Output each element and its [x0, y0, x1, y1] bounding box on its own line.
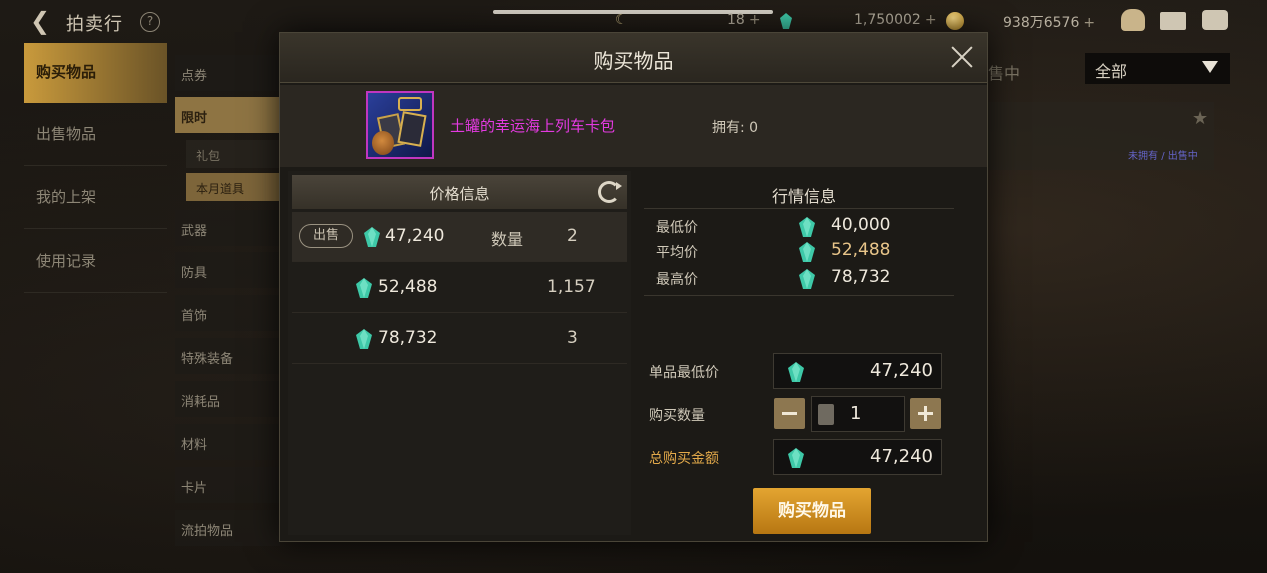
nav-buy[interactable]: 购买物品	[24, 43, 167, 103]
bag-icon[interactable]	[1121, 9, 1145, 31]
market-min-label: 最低价	[656, 220, 698, 236]
behind-status-label: 售中	[988, 64, 1021, 83]
category-weapon[interactable]: 武器	[175, 210, 280, 246]
gem-icon	[799, 242, 815, 262]
market-avg-label: 平均价	[656, 245, 698, 261]
modal-header: 购买物品	[280, 33, 987, 83]
page-title: 拍卖行	[66, 14, 123, 35]
gem-icon	[364, 227, 380, 247]
price-info-panel: 价格信息 出售 47,240 数量 2 52,488 1,157 78,732 …	[288, 171, 631, 535]
nav-divider	[24, 292, 167, 293]
currency-3[interactable]: 938万6576 +	[1003, 12, 1095, 32]
chat-icon[interactable]	[1202, 10, 1228, 30]
gem-icon	[799, 217, 815, 237]
currency-1[interactable]: 18 +	[727, 12, 761, 28]
filter-dropdown[interactable]: 全部	[1085, 53, 1230, 84]
nav-my-listings[interactable]: 我的上架	[24, 168, 167, 228]
mail-icon[interactable]	[1160, 12, 1186, 30]
category-accessory[interactable]: 首饰	[175, 295, 280, 331]
quantity-value: 1	[850, 403, 862, 424]
item-card-pack-icon	[366, 91, 434, 159]
category-armor[interactable]: 防具	[175, 252, 280, 288]
quantity-input[interactable]: 1	[811, 396, 905, 432]
coin-icon	[946, 12, 964, 30]
owned-count: 拥有: 0	[712, 120, 759, 136]
category-limited[interactable]: 限时	[175, 97, 280, 133]
category-card[interactable]: 卡片	[175, 467, 280, 503]
nav-history[interactable]: 使用记录	[24, 232, 167, 292]
price-info-header: 价格信息	[292, 175, 627, 209]
gem-icon	[788, 362, 804, 382]
nav-divider	[24, 228, 167, 229]
gem-icon	[788, 448, 804, 468]
item-name: 土罐的幸运海上列车卡包	[450, 117, 616, 135]
listing-row[interactable]: 出售 47,240 数量 2	[292, 212, 627, 262]
category-unsold[interactable]: 流拍物品	[175, 510, 280, 546]
gem-icon	[780, 13, 792, 29]
unit-price-label: 单品最低价	[649, 365, 719, 381]
nav-sell[interactable]: 出售物品	[24, 105, 167, 165]
listing-row[interactable]: 52,488 1,157	[292, 263, 627, 313]
price-info-title: 价格信息	[429, 185, 490, 203]
sell-tag: 出售	[299, 224, 353, 248]
buy-item-modal: 购买物品 土罐的幸运海上列车卡包 拥有: 0 价格信息 出售 47,240 数量…	[279, 32, 988, 542]
listing-price: 78,732	[378, 328, 438, 348]
item-summary: 土罐的幸运海上列车卡包 拥有: 0	[280, 85, 987, 167]
listing-price: 52,488	[378, 277, 438, 297]
filter-value: 全部	[1095, 62, 1128, 81]
behind-filter-link: 未拥有 / 出售中	[1128, 151, 1198, 162]
currency-2[interactable]: 1,750002 +	[854, 12, 937, 28]
subcategory-giftpack[interactable]: 礼包	[186, 140, 280, 168]
quantity-label: 数量	[491, 230, 524, 249]
category-material[interactable]: 材料	[175, 424, 280, 460]
listing-row[interactable]: 78,732 3	[292, 314, 627, 364]
total-amount-field: 47,240	[773, 439, 942, 475]
category-coupons[interactable]: 点券	[175, 55, 280, 91]
listing-quantity: 1,157	[547, 277, 596, 297]
category-special[interactable]: 特殊装备	[175, 338, 280, 374]
close-icon[interactable]	[950, 45, 974, 69]
listing-quantity: 3	[567, 328, 578, 348]
market-min-value: 40,000	[831, 215, 891, 235]
nav-divider	[24, 165, 167, 166]
star-icon[interactable]: ★	[1192, 108, 1208, 129]
chevron-down-icon	[1202, 61, 1218, 73]
market-max-value: 78,732	[831, 267, 891, 287]
gem-icon	[356, 278, 372, 298]
moon-icon: ☾	[615, 12, 628, 28]
unit-price-field: 47,240	[773, 353, 942, 389]
refresh-icon[interactable]	[598, 181, 622, 203]
help-icon[interactable]: ?	[140, 12, 160, 32]
total-amount-value: 47,240	[870, 446, 933, 467]
subcategory-monthly[interactable]: 本月道具	[186, 173, 280, 201]
buy-button[interactable]: 购买物品	[753, 488, 871, 534]
calculator-icon[interactable]	[818, 404, 834, 425]
market-avg-value: 52,488	[831, 240, 891, 260]
market-info-title: 行情信息	[771, 187, 836, 206]
buy-quantity-label: 购买数量	[649, 408, 705, 424]
gem-icon	[799, 269, 815, 289]
total-amount-label: 总购买金额	[649, 451, 719, 467]
listing-quantity: 2	[567, 226, 578, 246]
back-arrow-icon[interactable]: ❮	[30, 9, 56, 33]
listing-price: 47,240	[385, 226, 445, 246]
market-divider	[644, 295, 954, 296]
market-max-label: 最高价	[656, 272, 698, 288]
modal-title: 购买物品	[593, 49, 674, 73]
category-consumable[interactable]: 消耗品	[175, 381, 280, 417]
market-divider	[644, 208, 954, 209]
unit-price-value: 47,240	[870, 360, 933, 381]
plus-button[interactable]	[910, 398, 941, 429]
gem-icon	[356, 329, 372, 349]
minus-button[interactable]	[774, 398, 805, 429]
